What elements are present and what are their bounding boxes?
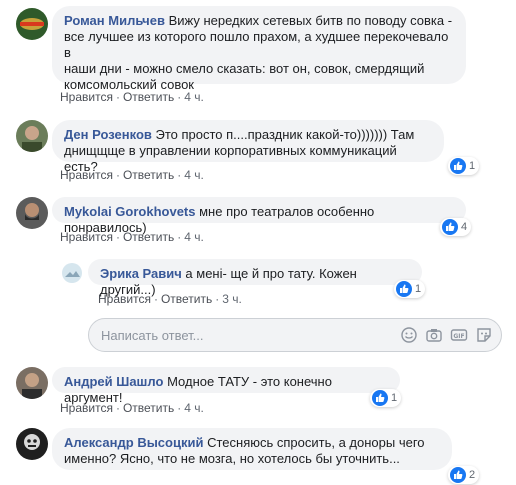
like-link[interactable]: Нравится [98,292,151,306]
comment-actions: Нравится · Ответить · 4 ч. [60,230,204,244]
reply-input[interactable]: Написать ответ... GIF [88,318,502,352]
like-link[interactable]: Нравится [60,230,113,244]
comment-bubble: Александр Высоцкий Стесняюсь спросить, а… [52,428,452,470]
like-reaction-icon [450,467,466,483]
avatar[interactable] [16,8,48,40]
reply-input-placeholder: Написать ответ... [101,328,204,343]
reaction-count[interactable]: 1 [370,389,402,407]
avatar[interactable] [62,263,82,283]
comment-text: Стесняюсь спросить, а доноры чего [207,435,425,450]
timestamp[interactable]: 4 ч. [184,230,204,244]
comment-actions: Нравится · Ответить · 3 ч. [98,292,242,306]
reaction-number: 1 [469,160,476,172]
reply-link[interactable]: Ответить [123,401,174,415]
reaction-count[interactable]: 4 [440,218,472,236]
reaction-count[interactable]: 2 [448,466,480,484]
comment-bubble: Ден Розенков Это просто п....праздник ка… [52,120,444,174]
like-reaction-icon [396,281,412,297]
reaction-count[interactable]: 1 [394,280,426,298]
comment-author[interactable]: Андрей Шашло [64,374,163,389]
timestamp[interactable]: 4 ч. [184,401,204,415]
comment-text: наши дни - можно смело сказать: вот он, … [64,61,425,76]
comment-text: именно? Ясно, что не мозга, но хотелось … [64,451,400,466]
sticker-icon[interactable] [475,326,493,344]
reply-link[interactable]: Ответить [123,230,174,244]
avatar[interactable] [16,120,48,152]
comment-actions: Нравится · Ответить · 4 ч. [60,90,204,104]
reply-input-tools: GIF [400,326,493,344]
comment-actions: Нравится · Ответить · 4 ч. [60,401,204,415]
emoji-icon[interactable] [400,326,418,344]
comment-bubble: Андрей Шашло Модное ТАТУ - это конечно а… [52,367,400,405]
timestamp[interactable]: 4 ч. [184,168,204,182]
avatar[interactable] [16,197,48,229]
timestamp[interactable]: 3 ч. [222,292,242,306]
avatar[interactable] [16,367,48,399]
comment-text: все лучшее из которого пошло прахом, а х… [64,29,449,60]
reaction-count[interactable]: 1 [448,157,480,175]
comment-author[interactable]: Mykolai Gorokhovets [64,204,195,219]
like-link[interactable]: Нравится [60,401,113,415]
like-reaction-icon [450,158,466,174]
like-link[interactable]: Нравится [60,168,113,182]
comment-text: Вижу нередких сетевых битв по поводу сов… [168,13,453,28]
like-link[interactable]: Нравится [60,90,113,104]
comment-bubble: Mykolai Gorokhovets мне про театралов ос… [52,197,466,235]
reply-link[interactable]: Ответить [123,168,174,182]
comment-author[interactable]: Роман Мильчев [64,13,165,28]
reaction-number: 1 [415,283,422,295]
comment-author[interactable]: Эрика Равич [100,266,182,281]
gif-icon[interactable]: GIF [450,326,468,344]
reply-link[interactable]: Ответить [123,90,174,104]
comment-actions: Нравится · Ответить · 4 ч. [60,168,204,182]
like-reaction-icon [372,390,388,406]
comment-author[interactable]: Александр Высоцкий [64,435,203,450]
comment-author[interactable]: Ден Розенков [64,127,152,142]
reaction-number: 2 [469,469,476,481]
comment-bubble: Роман Мильчев Вижу нередких сетевых битв… [52,6,466,92]
camera-icon[interactable] [425,326,443,344]
reply-link[interactable]: Ответить [161,292,212,306]
timestamp[interactable]: 4 ч. [184,90,204,104]
reaction-number: 4 [461,221,468,233]
comment-text: Это просто п....праздник какой-то)))))))… [155,127,415,142]
avatar[interactable] [16,428,48,460]
comment-bubble: Эрика Равич а мені- ще й про тату. Кожен… [88,259,422,297]
svg-text:GIF: GIF [453,333,464,340]
reaction-number: 1 [391,392,398,404]
like-reaction-icon [442,219,458,235]
